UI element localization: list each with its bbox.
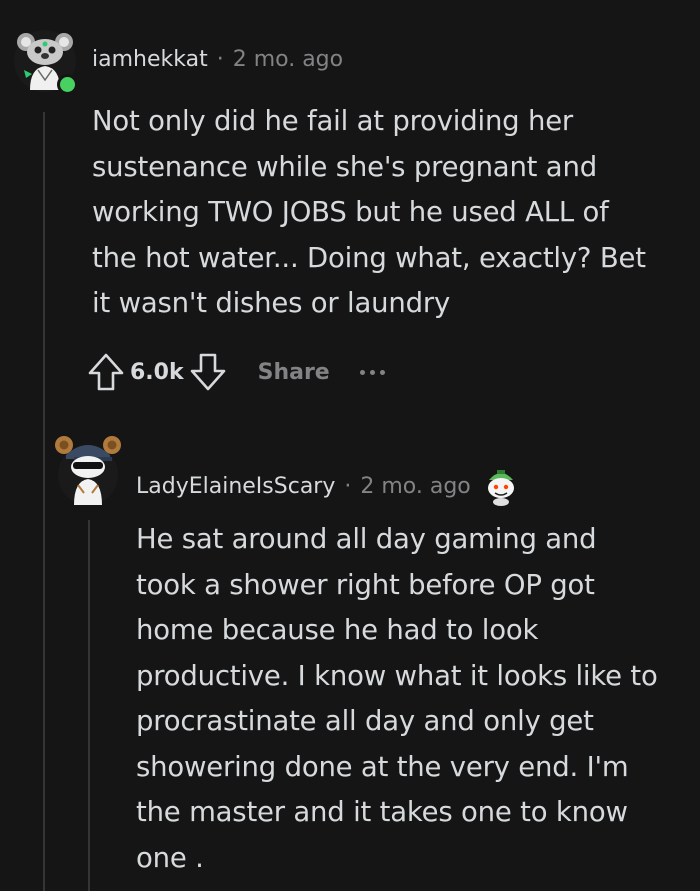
more-options-button[interactable] xyxy=(359,362,385,382)
dot-icon xyxy=(379,369,385,375)
comment-line: working TWO JOBS but he used ALL of xyxy=(92,196,609,228)
thread-line-main[interactable] xyxy=(43,112,45,891)
online-status-icon xyxy=(57,74,78,95)
comment-line: procrastinate all day and only get xyxy=(136,705,594,737)
comment-line: Not only did he fail at providing her xyxy=(92,105,574,137)
comment-line: He sat around all day gaming and xyxy=(136,523,597,555)
upvote-arrow-icon xyxy=(88,353,124,391)
comment-line: it wasn't dishes or laundry xyxy=(92,287,451,319)
timestamp[interactable]: 2 mo. ago xyxy=(233,47,343,72)
comment-line: one . xyxy=(136,841,204,874)
comment-line: showering done at the very end. I'm xyxy=(136,750,629,783)
username-link[interactable]: LadyElaineIsScary xyxy=(136,474,335,499)
dot-icon xyxy=(359,369,365,375)
comment-line: the master and it takes one to know xyxy=(136,796,628,828)
meta-separator: · xyxy=(344,473,352,499)
meta-separator: · xyxy=(216,47,224,72)
comment-line: productive. I know what it looks like to xyxy=(136,659,658,692)
comment-line: sustenance while she's pregnant and xyxy=(92,150,597,183)
share-button[interactable]: Share xyxy=(258,360,330,385)
vote-score: 6.0k xyxy=(130,359,184,385)
award-icon-graphic xyxy=(487,470,514,506)
comment-line: the hot water... Doing what, exactly? Be… xyxy=(92,241,646,274)
thread-line-reply[interactable] xyxy=(88,520,90,891)
comment-line: took a shower right before OP got xyxy=(136,568,595,601)
award-icon[interactable] xyxy=(481,466,521,506)
upvote-button[interactable] xyxy=(84,350,128,394)
downvote-arrow-icon xyxy=(190,353,225,391)
comment-meta: iamhekkat · 2 mo. ago xyxy=(92,47,343,72)
dot-icon xyxy=(369,369,375,375)
comment-meta: LadyElaineIsScary · 2 mo. ago xyxy=(136,466,521,506)
snoo-avatar-icon xyxy=(55,436,121,505)
username-link[interactable]: iamhekkat xyxy=(92,47,208,72)
user-avatar[interactable] xyxy=(14,30,78,95)
timestamp[interactable]: 2 mo. ago xyxy=(360,474,470,499)
comment-actions: 6.0k Share xyxy=(84,350,385,394)
user-avatar[interactable] xyxy=(54,433,122,505)
comment-body: Not only did he fail at providing her su… xyxy=(92,99,692,327)
downvote-button[interactable] xyxy=(186,350,230,394)
comment-body: He sat around all day gaming and took a … xyxy=(136,517,696,881)
comment-line: home because he had to look xyxy=(136,614,539,646)
